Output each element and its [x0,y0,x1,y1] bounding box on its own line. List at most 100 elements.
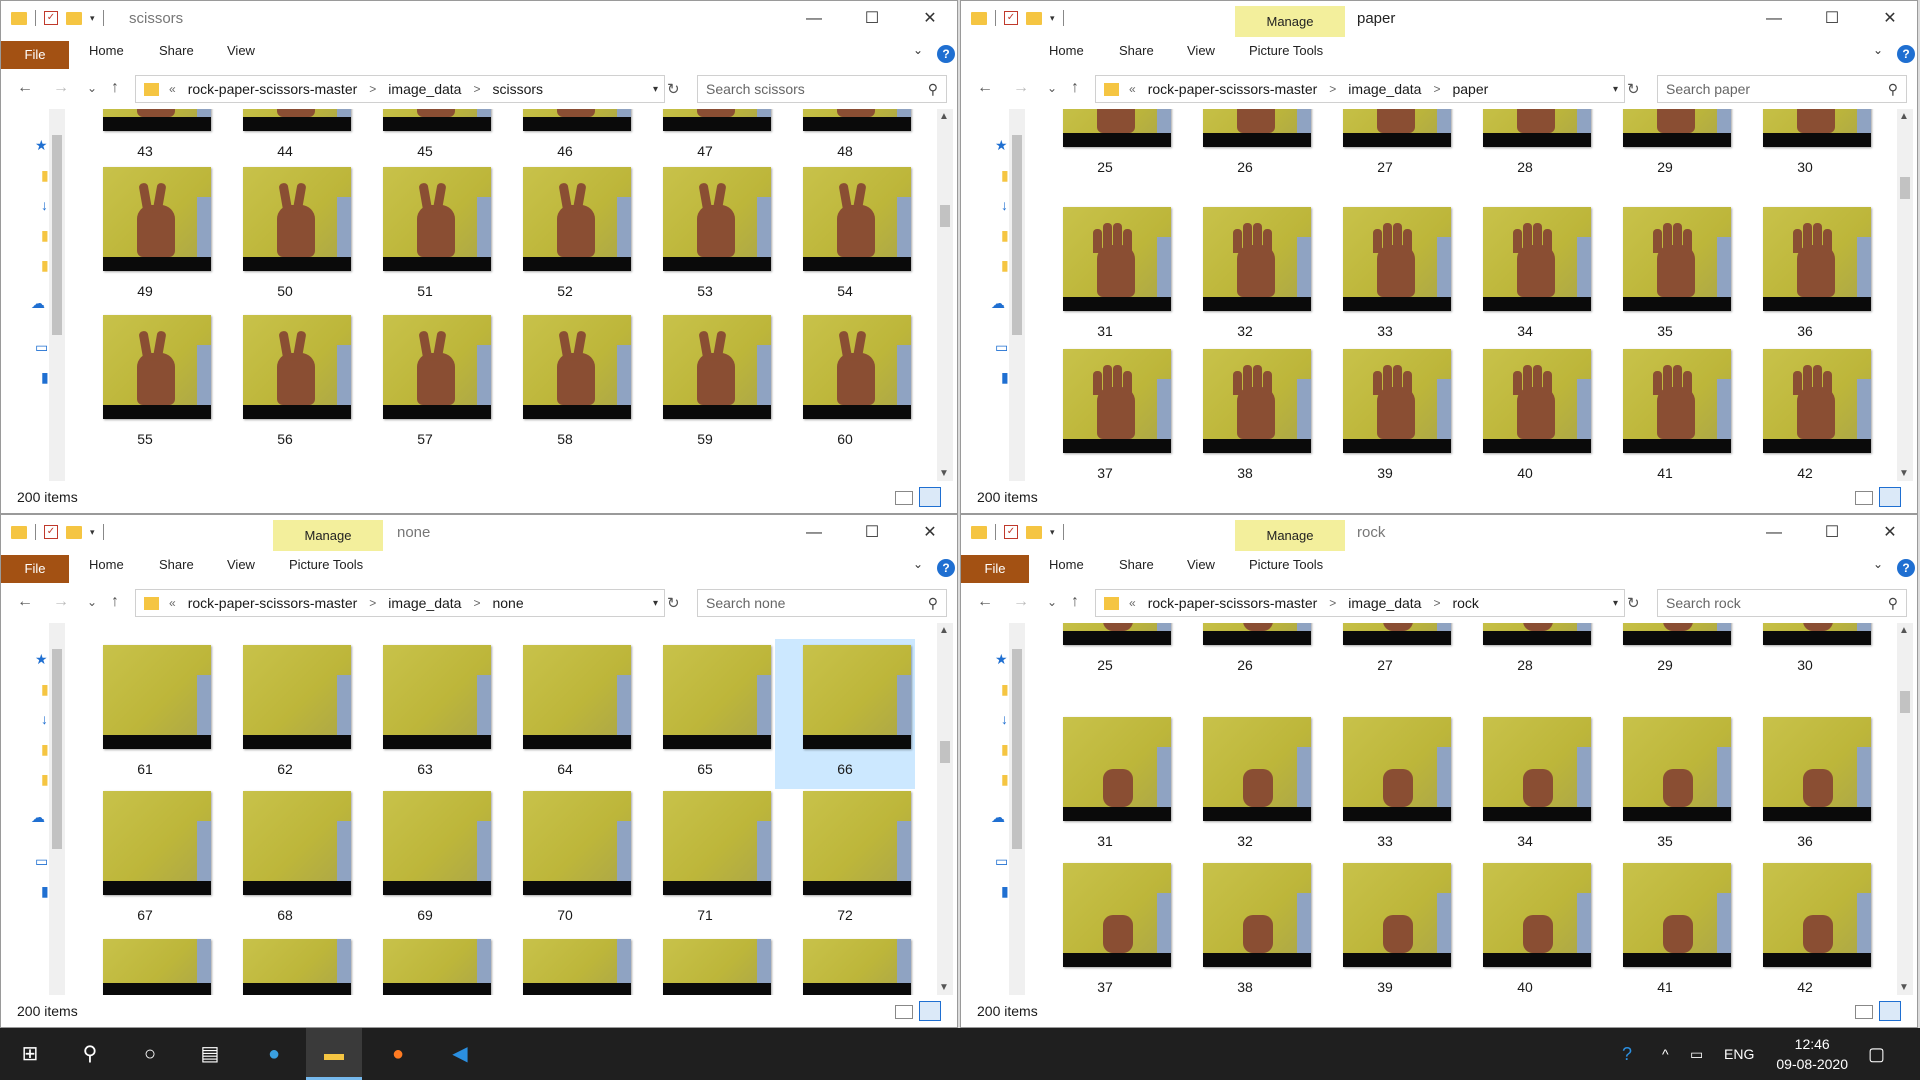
file-tile[interactable]: 71 [635,785,775,935]
breadcrumb-current[interactable]: paper [1452,81,1488,97]
up-button[interactable]: ↑ [1071,79,1079,97]
address-bar[interactable]: « rock-paper-scissors-master > image_dat… [135,589,665,617]
file-tile[interactable]: 28 [1455,623,1595,685]
edge-browser-icon[interactable]: ● [246,1028,302,1080]
breadcrumb-overflow[interactable]: « [169,82,176,96]
file-tile[interactable]: 26 [1175,109,1315,187]
file-tile[interactable]: 58 [495,309,635,459]
tab-view[interactable]: View [227,43,255,58]
scroll-thumb[interactable] [1900,691,1910,713]
file-tile[interactable] [355,933,495,995]
file-tile[interactable]: 29 [1595,109,1735,187]
tab-manage[interactable]: Manage [273,520,383,552]
forward-button[interactable]: → [53,593,69,611]
help-tray-icon[interactable]: ? [1622,1028,1632,1080]
address-bar[interactable]: « rock-paper-scissors-master > image_dat… [1095,75,1625,103]
file-tile[interactable]: 63 [355,639,495,789]
folder-icon[interactable]: ▮ [41,227,49,244]
file-tile[interactable]: 33 [1315,201,1455,351]
breadcrumb-root[interactable]: rock-paper-scissors-master [1148,595,1318,611]
file-tile[interactable]: 40 [1455,857,1595,995]
file-tile[interactable]: 66 [775,639,915,789]
search-box[interactable]: Search rock ⚲ [1657,589,1907,617]
recent-locations-button[interactable]: ⌄ [87,81,97,95]
file-tile[interactable]: 52 [495,161,635,311]
file-tile[interactable] [635,933,775,995]
tab-share[interactable]: Share [159,557,194,572]
file-tile[interactable]: 59 [635,309,775,459]
tab-picture-tools[interactable]: Picture Tools [1249,557,1323,572]
notifications-icon[interactable]: ▢ [1868,1028,1885,1080]
folder-icon[interactable]: ▮ [41,771,49,788]
file-tile[interactable]: 30 [1735,109,1875,187]
file-tile[interactable]: 34 [1455,201,1595,351]
file-tile[interactable]: 37 [1035,857,1175,995]
recent-locations-button[interactable]: ⌄ [1047,595,1057,609]
downloads-icon[interactable]: ↓ [1001,711,1008,727]
file-tile[interactable]: 33 [1315,711,1455,861]
large-icons-view-icon[interactable] [1879,1001,1901,1021]
large-icons-view-icon[interactable] [919,487,941,507]
address-bar[interactable]: « rock-paper-scissors-master > image_dat… [1095,589,1625,617]
address-dropdown-icon[interactable]: ▾ [1613,598,1618,609]
tab-share[interactable]: Share [159,43,194,58]
tab-share[interactable]: Share [1119,557,1154,572]
breadcrumb-current[interactable]: scissors [492,81,543,97]
start-windows-icon[interactable]: ⊞ [2,1028,58,1080]
downloads-icon[interactable]: ↓ [1001,197,1008,213]
refresh-button[interactable]: ↻ [1627,594,1640,612]
file-tile[interactable]: 38 [1175,857,1315,995]
file-tile[interactable]: 60 [775,309,915,459]
file-tile[interactable]: 25 [1035,109,1175,187]
up-button[interactable]: ↑ [1071,593,1079,611]
quick-access-star-icon[interactable]: ★ [995,137,1008,154]
help-icon[interactable]: ? [1897,45,1915,63]
new-folder-icon[interactable] [1026,525,1042,539]
scroll-thumb[interactable] [940,205,950,227]
file-tile[interactable]: 62 [215,639,355,789]
tab-home[interactable]: Home [1049,557,1084,572]
folder-icon[interactable]: ▮ [1001,741,1009,758]
drive-icon[interactable]: ▮ [41,369,49,386]
file-tile[interactable]: 56 [215,309,355,459]
file-tile[interactable]: 70 [495,785,635,935]
scroll-down-icon[interactable]: ▼ [1899,468,1909,479]
file-tile[interactable]: 27 [1315,109,1455,187]
scroll-down-icon[interactable]: ▼ [939,468,949,479]
properties-check-icon[interactable]: ✓ [44,525,58,539]
file-tile[interactable]: 57 [355,309,495,459]
nav-scrollbar[interactable] [1009,623,1025,995]
file-tile[interactable]: 35 [1595,711,1735,861]
onedrive-cloud-icon[interactable]: ☁ [31,809,45,826]
scroll-thumb[interactable] [52,135,62,335]
breadcrumb-image-data[interactable]: image_data [388,595,461,611]
file-tile[interactable]: 28 [1455,109,1595,187]
tab-file[interactable]: File [1,41,69,69]
folder-icon[interactable]: ▮ [41,681,49,698]
tab-home[interactable]: Home [89,557,124,572]
address-bar[interactable]: « rock-paper-scissors-master > image_dat… [135,75,665,103]
large-icons-view-icon[interactable] [1879,487,1901,507]
breadcrumb-current[interactable]: rock [1452,595,1478,611]
expand-ribbon-icon[interactable]: ⌄ [1873,43,1883,57]
cortana-icon[interactable]: ○ [122,1028,178,1080]
details-view-icon[interactable] [1855,1005,1873,1019]
quick-access-star-icon[interactable]: ★ [35,137,48,154]
file-tile[interactable]: 37 [1035,343,1175,481]
nav-scrollbar[interactable] [49,623,65,995]
file-tile[interactable]: 34 [1455,711,1595,861]
downloads-icon[interactable]: ↓ [41,197,48,213]
file-tile[interactable]: 25 [1035,623,1175,685]
scroll-thumb[interactable] [1012,135,1022,335]
forward-button[interactable]: → [1013,593,1029,611]
tab-view[interactable]: View [227,557,255,572]
tab-view[interactable]: View [1187,557,1215,572]
file-tile[interactable]: 50 [215,161,355,311]
search-box[interactable]: Search none ⚲ [697,589,947,617]
folder-icon[interactable] [11,11,27,25]
customize-dropdown-icon[interactable]: ▾ [1050,13,1055,24]
file-tile[interactable] [495,933,635,995]
file-tile[interactable]: 67 [75,785,215,935]
tab-file[interactable]: File [961,555,1029,583]
breadcrumb-overflow[interactable]: « [169,596,176,610]
